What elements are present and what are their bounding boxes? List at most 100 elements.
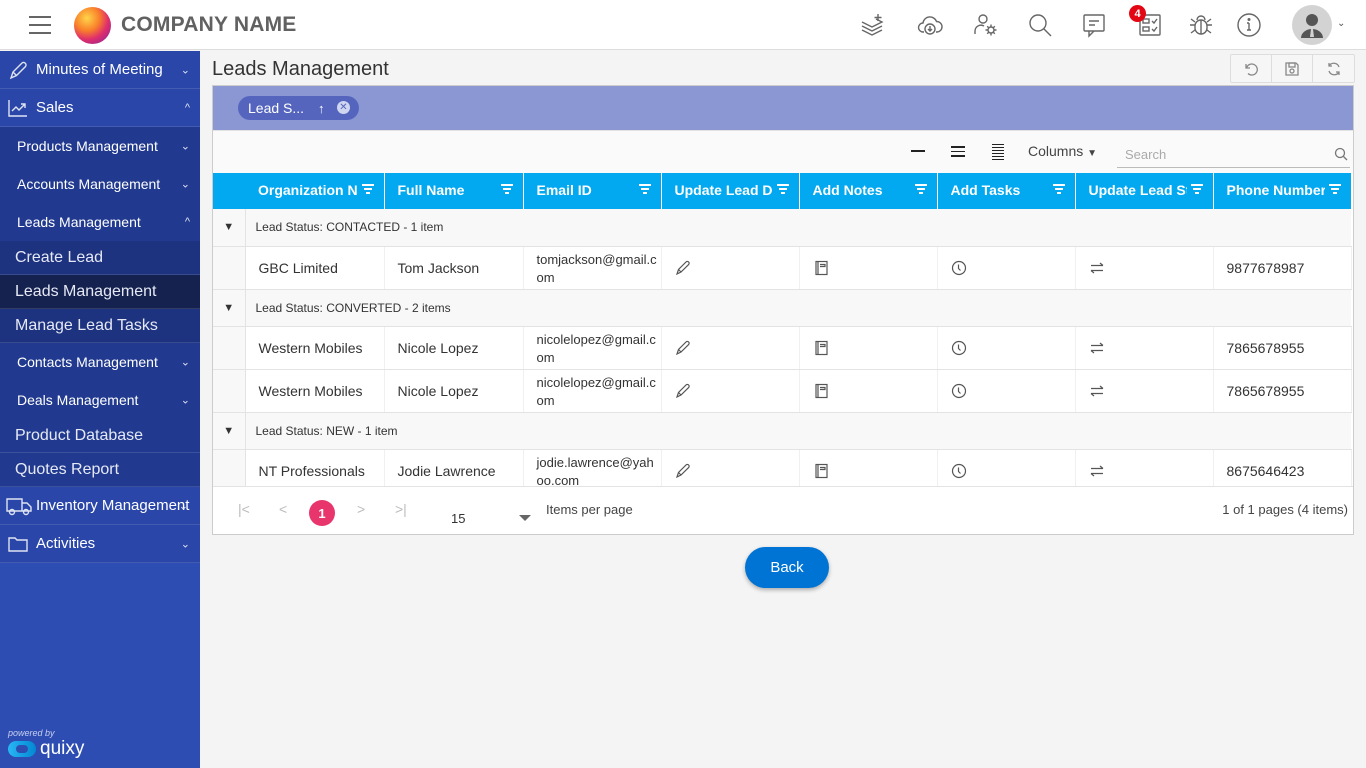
chevron-down-icon[interactable]: ⌄	[1337, 18, 1345, 29]
refresh-button[interactable]	[1313, 55, 1354, 82]
cell-update-lead-status[interactable]	[1075, 369, 1214, 413]
group-row[interactable]: ▼ Lead Status: CONTACTED - 1 item	[213, 209, 1351, 247]
swap-arrows-icon[interactable]	[1089, 383, 1105, 399]
swap-arrows-icon[interactable]	[1089, 463, 1105, 479]
page-button-current[interactable]: 1	[309, 500, 335, 526]
density-medium-icon[interactable]	[948, 143, 968, 161]
last-page-icon[interactable]: >|	[395, 501, 407, 517]
back-button[interactable]: Back	[745, 547, 829, 588]
cell-add-notes[interactable]	[799, 326, 938, 370]
clock-icon[interactable]	[951, 340, 967, 356]
filter-icon[interactable]	[1190, 184, 1203, 194]
group-row[interactable]: ▼ Lead Status: NEW - 1 item	[213, 412, 1351, 450]
cell-add-tasks[interactable]	[937, 246, 1076, 290]
cell-update-lead-status[interactable]	[1075, 326, 1214, 370]
density-compact-icon[interactable]	[908, 143, 928, 161]
cell-add-notes[interactable]	[799, 369, 938, 413]
density-expanded-icon[interactable]	[988, 143, 1008, 161]
table-row[interactable]: GBC Limited Tom Jackson tomjackson@gmail.c…	[213, 246, 1352, 290]
sidebar-item-leads-management[interactable]: Leads Management	[0, 275, 200, 309]
sidebar-item-minutes-of-meeting[interactable]: Minutes of Meeting ⌄	[0, 51, 200, 89]
filter-icon[interactable]	[776, 184, 789, 194]
column-header-update-lead-status[interactable]: Update Lead Status	[1075, 173, 1214, 209]
swap-arrows-icon[interactable]	[1089, 260, 1105, 276]
table-row[interactable]: Western Mobiles Nicole Lopez nicolelopez@g…	[213, 369, 1352, 413]
sort-ascending-icon[interactable]: ↑	[318, 101, 325, 116]
edit-pen-icon[interactable]	[675, 260, 691, 276]
collapse-group-icon[interactable]: ▼	[213, 412, 246, 450]
clock-icon[interactable]	[951, 383, 967, 399]
cell-update-lead-status[interactable]	[1075, 246, 1214, 290]
sidebar-item-activities[interactable]: Activities ⌄	[0, 525, 200, 563]
columns-dropdown[interactable]: Columns ▼	[1028, 143, 1097, 159]
page-size-dropdown-icon[interactable]	[519, 515, 531, 521]
sidebar-item-leads-management-group[interactable]: Leads Management ^	[0, 203, 200, 241]
cell-update-lead-details[interactable]	[661, 246, 800, 290]
sidebar-item-manage-lead-tasks[interactable]: Manage Lead Tasks	[0, 309, 200, 343]
filter-icon[interactable]	[1052, 184, 1065, 194]
column-header-add-tasks[interactable]: Add Tasks	[937, 173, 1076, 209]
search-icon[interactable]	[1334, 147, 1348, 161]
notes-book-icon[interactable]	[813, 383, 829, 399]
column-header-add-notes[interactable]: Add Notes	[799, 173, 938, 209]
filter-icon[interactable]	[500, 184, 513, 194]
sidebar-item-deals-management[interactable]: Deals Management ⌄	[0, 381, 200, 419]
user-settings-icon[interactable]	[971, 10, 1001, 40]
first-page-icon[interactable]: |<	[238, 501, 250, 517]
column-header-phone-number[interactable]: Phone Number	[1213, 173, 1352, 209]
grid-search-input[interactable]	[1117, 141, 1350, 168]
sidebar-item-sales[interactable]: Sales ^	[0, 89, 200, 127]
sidebar-item-products-management[interactable]: Products Management ⌄	[0, 127, 200, 165]
edit-pen-icon[interactable]	[675, 463, 691, 479]
filter-icon[interactable]	[914, 184, 927, 194]
table-row[interactable]: Western Mobiles Nicole Lopez nicolelopez@g…	[213, 326, 1352, 370]
clock-icon[interactable]	[951, 463, 967, 479]
sidebar-item-product-database[interactable]: Product Database	[0, 419, 200, 453]
cell-update-lead-details[interactable]	[661, 326, 800, 370]
column-header-full-name[interactable]: Full Name	[384, 173, 524, 209]
group-chip-lead-status[interactable]: Lead S... ↑ ✕	[238, 96, 359, 120]
cell-full-name: Nicole Lopez	[384, 369, 524, 413]
collapse-group-icon[interactable]: ▼	[213, 289, 246, 327]
avatar[interactable]	[1292, 5, 1332, 45]
prev-page-icon[interactable]: <	[279, 501, 287, 517]
search-icon[interactable]	[1025, 10, 1055, 40]
edit-pen-icon[interactable]	[675, 383, 691, 399]
filter-icon[interactable]	[1328, 184, 1341, 194]
cell-add-tasks[interactable]	[937, 326, 1076, 370]
remove-group-icon[interactable]: ✕	[337, 101, 350, 114]
swap-arrows-icon[interactable]	[1089, 340, 1105, 356]
add-layers-icon[interactable]	[857, 10, 887, 40]
cell-add-tasks[interactable]	[937, 369, 1076, 413]
notes-book-icon[interactable]	[813, 260, 829, 276]
info-icon[interactable]	[1234, 10, 1264, 40]
grid-toolbar: Columns ▼	[213, 130, 1353, 173]
cell-phone-number: 7865678955	[1213, 326, 1352, 370]
clock-icon[interactable]	[951, 260, 967, 276]
chat-icon[interactable]	[1079, 10, 1109, 40]
sidebar-item-quotes-report[interactable]: Quotes Report	[0, 453, 200, 487]
notes-book-icon[interactable]	[813, 340, 829, 356]
group-row[interactable]: ▼ Lead Status: CONVERTED - 2 items	[213, 289, 1351, 327]
notes-book-icon[interactable]	[813, 463, 829, 479]
filter-icon[interactable]	[361, 184, 374, 194]
sidebar-item-accounts-management[interactable]: Accounts Management ⌄	[0, 165, 200, 203]
column-header-update-lead-details[interactable]: Update Lead Details	[661, 173, 800, 209]
next-page-icon[interactable]: >	[357, 501, 365, 517]
hamburger-menu-icon[interactable]	[29, 16, 51, 34]
cell-update-lead-details[interactable]	[661, 369, 800, 413]
collapse-group-icon[interactable]: ▼	[213, 209, 246, 247]
bug-icon[interactable]	[1186, 10, 1216, 40]
sidebar-item-contacts-management[interactable]: Contacts Management ⌄	[0, 343, 200, 381]
cell-add-notes[interactable]	[799, 246, 938, 290]
sidebar-item-create-lead[interactable]: Create Lead	[0, 241, 200, 275]
page-size-select[interactable]: 15	[451, 511, 465, 526]
sidebar-item-inventory-management[interactable]: Inventory Management ⌄	[0, 487, 200, 525]
save-button[interactable]	[1272, 55, 1313, 82]
filter-icon[interactable]	[638, 184, 651, 194]
column-header-email-id[interactable]: Email ID	[523, 173, 662, 209]
edit-pen-icon[interactable]	[675, 340, 691, 356]
column-header-organization-name[interactable]: Organization Name	[245, 173, 385, 209]
cloud-download-icon[interactable]	[915, 10, 945, 40]
undo-button[interactable]	[1231, 55, 1272, 82]
